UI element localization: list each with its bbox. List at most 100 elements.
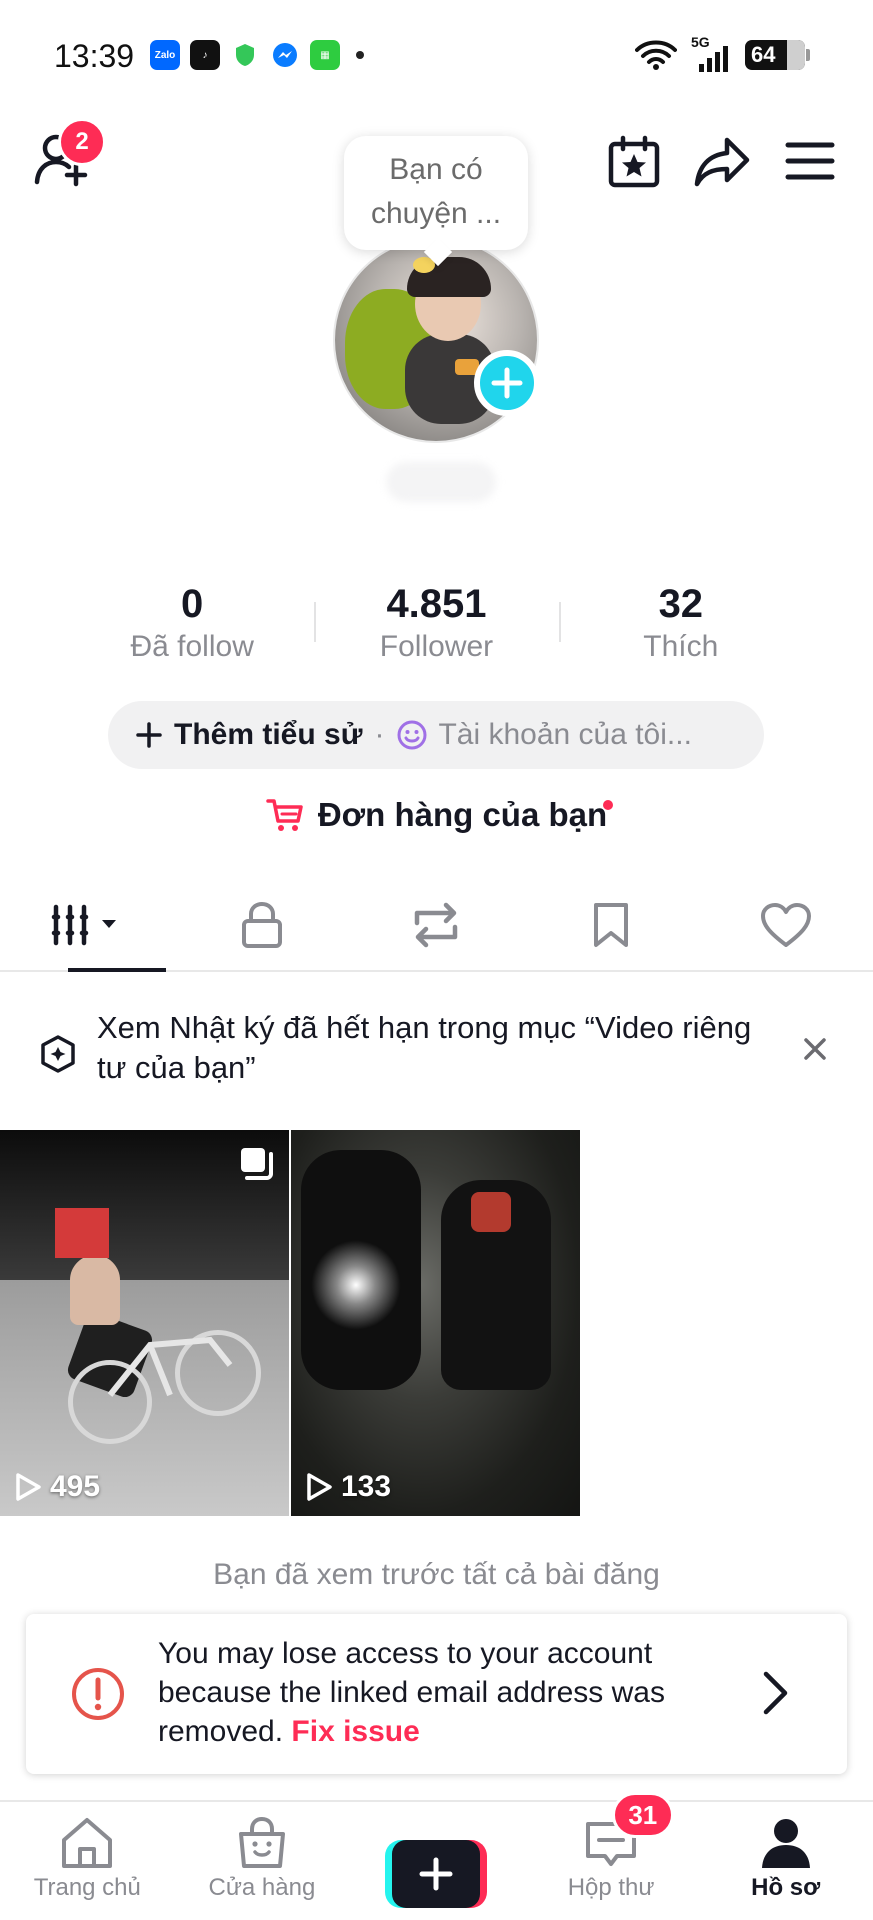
hamburger-icon [785,142,835,180]
green-app-icon: ▦ [310,40,340,70]
zalo-icon: Zalo [150,40,180,70]
plus-icon [419,1857,453,1891]
add-bio-button[interactable]: Thêm tiểu sử [136,718,362,752]
video-thumbnail[interactable]: 495 [0,1130,289,1516]
stat-following[interactable]: 0 Đã follow [70,580,314,670]
battery-indicator: 64 [745,40,810,70]
lock-icon [241,901,282,948]
creator-calendar-button[interactable] [606,134,662,190]
orders-notification-dot [603,800,613,810]
your-orders-label: Đơn hàng của bạn [317,796,608,833]
note-bubble[interactable]: Bạn có chuyện ... [344,136,528,250]
profile-icon [761,1819,810,1868]
tab-favorites[interactable] [524,880,699,970]
view-count: 495 [14,1470,100,1504]
bio-bar: Thêm tiểu sử · Tài khoản của tôi... [108,701,764,769]
tab-liked[interactable] [698,880,873,970]
play-icon [307,1473,332,1501]
nav-home-label: Trang chủ [33,1874,141,1901]
status-indicators: 5G 64 [635,34,810,72]
tab-reposts[interactable] [349,880,524,970]
view-count-value: 495 [50,1470,101,1503]
add-friend-button[interactable]: 2 [32,118,106,190]
stat-likes[interactable]: 32 Thích [558,580,803,670]
nav-profile-label: Hồ sơ [751,1874,821,1901]
account-warning-card[interactable]: You may lose access to your account beca… [26,1614,847,1774]
shield-icon [230,40,260,70]
grid-filter-icon [52,904,117,946]
heart-icon [760,903,811,947]
profile-tabs [0,880,873,972]
plus-icon [491,367,523,399]
stat-divider [314,602,317,642]
account-status-label: Tài khoản của tôi... [438,718,692,751]
bottom-navigation: Trang chủ Cửa hàng 31 Hộp thư Hồ sơ [0,1792,873,1920]
username-placeholder [386,462,496,502]
stat-followers[interactable]: 4.851 Follower [314,580,558,670]
video-thumbnail[interactable]: 133 [291,1130,580,1516]
archive-banner-text: Xem Nhật ký đã hết hạn trong mục “Video … [97,1010,752,1085]
create-button[interactable] [385,1840,488,1908]
battery-level: 64 [751,42,776,67]
share-icon [694,137,750,187]
stat-value: 32 [658,582,704,626]
nav-inbox[interactable]: 31 Hộp thư [524,1792,699,1920]
blocked-face [55,1208,109,1258]
chevron-right-icon[interactable] [760,1670,790,1721]
menu-button[interactable] [784,138,836,184]
stat-label: Follower [379,630,494,663]
stat-label: Đã follow [130,630,254,663]
messenger-icon [270,40,300,70]
nav-shop[interactable]: Cửa hàng [175,1802,350,1920]
add-bio-label: Thêm tiểu sử [174,718,363,751]
profile-stats: 0 Đã follow 4.851 Follower 32 Thích [70,580,803,670]
stat-divider [558,602,561,642]
bio-separator: · [374,718,385,751]
story-archive-icon [38,1034,78,1079]
nav-shop-label: Cửa hàng [208,1874,316,1901]
more-notifications-dot [356,51,364,59]
bookmark-icon [594,903,629,947]
active-tab-indicator [68,968,166,972]
close-banner-button[interactable] [800,1034,830,1069]
view-count-value: 133 [341,1470,392,1503]
end-of-posts-message: Bạn đã xem trước tất cả bài đăng [213,1558,660,1591]
wifi-icon [635,40,677,70]
cell-signal-icon: 5G [691,34,731,72]
friend-requests-badge: 2 [58,118,106,166]
video-grid: 495 133 [0,1130,873,1516]
stat-label: Thích [643,630,719,663]
inbox-badge: 31 [611,1792,674,1838]
nav-create[interactable] [349,1802,524,1920]
nav-inbox-label: Hộp thư [567,1874,655,1901]
shopping-cart-icon [266,799,303,831]
status-bar: 13:39 Zalo ♪ ▦ 5G 64 [0,0,873,110]
account-status-button[interactable]: Tài khoản của tôi... [396,718,692,752]
status-app-icons: Zalo ♪ ▦ [150,40,364,70]
warning-message: You may lose access to your account beca… [158,1634,748,1751]
calendar-star-icon [608,135,660,188]
share-profile-button[interactable] [692,134,752,190]
nav-home[interactable]: Trang chủ [0,1802,175,1920]
archive-banner[interactable]: Xem Nhật ký đã hết hạn trong mục “Video … [0,1000,873,1110]
shopping-bag-icon [238,1816,285,1868]
view-count: 133 [305,1470,391,1504]
play-icon [16,1473,41,1501]
stat-value: 4.851 [386,582,487,626]
home-icon [62,1818,113,1868]
plus-icon [136,722,162,748]
tab-videos[interactable] [0,880,175,972]
nav-profile[interactable]: Hồ sơ [698,1802,873,1920]
smiley-icon [397,720,427,750]
your-orders-link[interactable]: Đơn hàng của bạn [0,796,873,834]
close-icon [804,1038,826,1060]
fix-issue-link[interactable]: Fix issue [291,1715,419,1748]
tiktok-icon: ♪ [190,40,220,70]
repost-icon [415,902,458,948]
warning-icon [70,1666,126,1727]
status-time: 13:39 [54,38,135,74]
add-story-button[interactable] [474,350,540,416]
tab-private[interactable] [175,880,350,970]
stat-value: 0 [181,582,204,626]
multiple-photos-icon [237,1144,275,1187]
